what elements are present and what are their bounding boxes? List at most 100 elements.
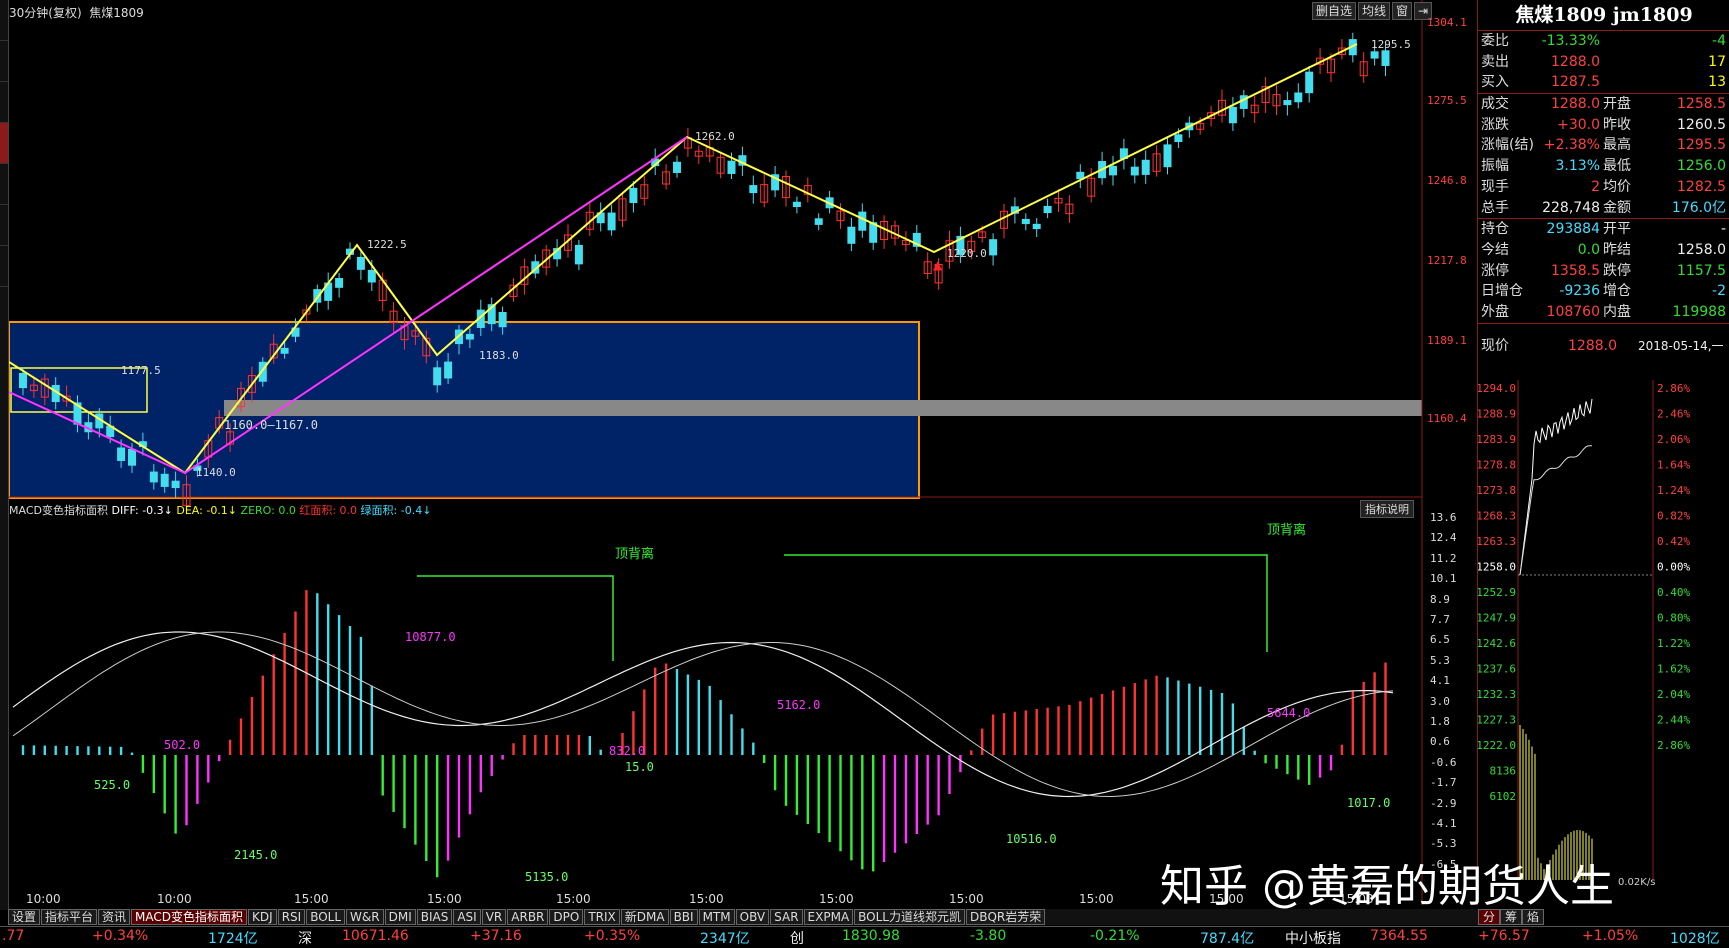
indicator-tab[interactable]: VR — [481, 909, 507, 925]
indicator-tab[interactable]: DPO — [549, 909, 584, 925]
mini-right-tick: 2.46% — [1657, 408, 1690, 421]
macd-tick: 12.4 — [1430, 531, 1457, 545]
quote-value: 1157.5 — [1677, 262, 1726, 279]
macd-area-label: 15.0 — [625, 760, 654, 774]
quote-value: 1358.5 — [1551, 262, 1600, 279]
intraday-chart[interactable]: 1294.0 1288.9 1283.9 1278.8 1273.8 1268.3 1263… — [1478, 380, 1729, 900]
quote-value: 1282.5 — [1677, 178, 1726, 195]
price-tick: 1275.5 — [1427, 94, 1467, 107]
quote-label: 卖出 — [1481, 53, 1509, 70]
indicator-tab[interactable]: KDJ — [248, 909, 277, 925]
indicator-tab[interactable]: SAR — [770, 909, 803, 925]
divergence-label: 顶背离 — [1267, 523, 1307, 538]
candle-body — [335, 277, 344, 288]
price-annotation: 1160.0—1167.0 — [224, 418, 318, 432]
status-item: 2347亿 — [700, 931, 750, 947]
time-tick: 15:00 — [689, 892, 724, 906]
indicator-tab[interactable]: W&R — [346, 909, 384, 925]
time-tick: 10:00 — [26, 892, 61, 906]
remove-favorite-button[interactable]: 删自选 — [1312, 2, 1357, 20]
indicator-tab[interactable]: 资讯 — [98, 909, 131, 925]
intraday-price-line — [1519, 398, 1593, 576]
indicator-tab[interactable]: 指标平台 — [41, 909, 98, 925]
watermark-text: 知乎 @黄磊的期货人生 — [1160, 861, 1614, 912]
candle-body — [160, 473, 169, 487]
indicator-tab[interactable]: BIAS — [416, 909, 453, 925]
indicator-tab[interactable]: OBV — [735, 909, 770, 925]
status-item: 深 — [298, 931, 312, 947]
quote-label: 买入 — [1481, 74, 1509, 91]
candle-body — [1032, 223, 1041, 230]
mini-left-tick: 1278.8 — [1478, 459, 1516, 472]
price-annotation: 1222.5 — [367, 238, 407, 251]
mini-left-tick: 1232.3 — [1478, 688, 1516, 701]
quote-value: 293884 — [1546, 221, 1600, 238]
indicator-tab[interactable]: BOLL力道线郑元凯 — [854, 909, 965, 925]
quote-row: 买入 1287.5 13 — [1478, 72, 1729, 93]
indicator-tab[interactable]: ARBR — [507, 909, 549, 925]
mini-left-tick: 1222.0 — [1478, 739, 1516, 752]
macd-tick: -5.3 — [1430, 837, 1457, 851]
quote-value: - — [1720, 221, 1726, 238]
indicator-tab[interactable]: 新DMA — [620, 909, 669, 925]
time-tick: 15:00 — [949, 892, 984, 906]
intraday-avg-line — [1519, 445, 1593, 576]
quote-value: -2 — [1712, 283, 1726, 300]
status-item: +0.34% — [92, 928, 149, 944]
indicator-tab[interactable]: DMI — [384, 909, 416, 925]
left-sidebar-strip[interactable] — [0, 0, 9, 910]
quote-value: 13 — [1708, 74, 1726, 91]
quote-value: 1260.5 — [1677, 116, 1726, 133]
indicator-tab[interactable]: BOLL — [306, 909, 346, 925]
indicator-tab[interactable]: RSI — [277, 909, 306, 925]
chart-title: 30分钟(复权) 焦煤1809 — [9, 4, 144, 21]
mini-right-tick: 1.24% — [1657, 484, 1690, 497]
red-area-value: 红面积: 0.0 — [299, 504, 358, 517]
macd-histogram — [21, 590, 1387, 878]
candle-body — [847, 226, 856, 244]
kline-chart-area[interactable]: 1177.5 1140.0 1160.0—1167.0 1222.5 1183.… — [9, 0, 1424, 906]
time-tick: 15:00 — [556, 892, 591, 906]
ma-button[interactable]: 均线 — [1358, 2, 1391, 20]
mini-left-tick: 8136 — [1490, 765, 1517, 778]
indicator-tab[interactable]: TRIX — [584, 909, 620, 925]
indicator-title: MACD变色指标面积 DIFF: -0.3↓ DEA: -0.1↓ ZERO: … — [9, 502, 431, 518]
indicator-help-button[interactable]: 指标说明 — [1360, 500, 1414, 518]
candle-body — [1294, 92, 1303, 103]
quote-label: 总手 — [1481, 199, 1509, 216]
quote-row: 持仓 293884 开平 - — [1478, 218, 1729, 240]
indicator-tab[interactable]: MACD变色指标面积 — [131, 909, 248, 925]
indicator-tab[interactable]: MTM — [698, 909, 735, 925]
candle-body — [749, 185, 758, 194]
candle-body — [280, 347, 289, 354]
candle-body — [117, 447, 126, 461]
price-annotation: 1177.5 — [121, 364, 161, 377]
quote-label: 增仓 — [1603, 283, 1631, 300]
indicator-tab[interactable]: BBI — [669, 909, 698, 925]
quote-label: 金额 — [1603, 199, 1631, 216]
quote-row: 今结 0.0 昨结 1258.0 — [1478, 240, 1729, 261]
now-date: 2018-05-14,一 — [1638, 338, 1724, 353]
macd-area-label: 5644.0 — [1267, 706, 1311, 720]
quote-label: 今结 — [1481, 241, 1509, 258]
mini-left-tick: 1258.0 — [1478, 561, 1516, 574]
indicator-tab[interactable]: DBQR岩芳荣 — [966, 909, 1046, 925]
status-item: +0.35% — [584, 928, 641, 944]
mini-right-tick: 1.62% — [1657, 663, 1690, 676]
indicator-tab[interactable]: 设置 — [8, 909, 41, 925]
quote-label: 昨结 — [1603, 241, 1631, 258]
candle-body — [858, 211, 867, 231]
macd-tick: 4.1 — [1430, 674, 1450, 688]
diff-line — [12, 631, 1394, 798]
quote-value: 0.0 — [1577, 241, 1600, 258]
quote-label: 振幅 — [1481, 158, 1509, 175]
candle-body — [1370, 51, 1379, 59]
status-item: 10671.46 — [342, 928, 409, 944]
indicator-tab[interactable]: EXPMA — [803, 909, 854, 925]
quote-row: 振幅 3.13% 最低 1256.0 — [1478, 156, 1729, 177]
candle-body — [171, 480, 180, 489]
indicator-tab[interactable]: ASI — [453, 909, 481, 925]
quote-value: -9236 — [1559, 283, 1600, 300]
quote-row: 委比 -13.33% -4 — [1478, 31, 1729, 52]
window-button[interactable]: 窗 — [1392, 2, 1413, 20]
